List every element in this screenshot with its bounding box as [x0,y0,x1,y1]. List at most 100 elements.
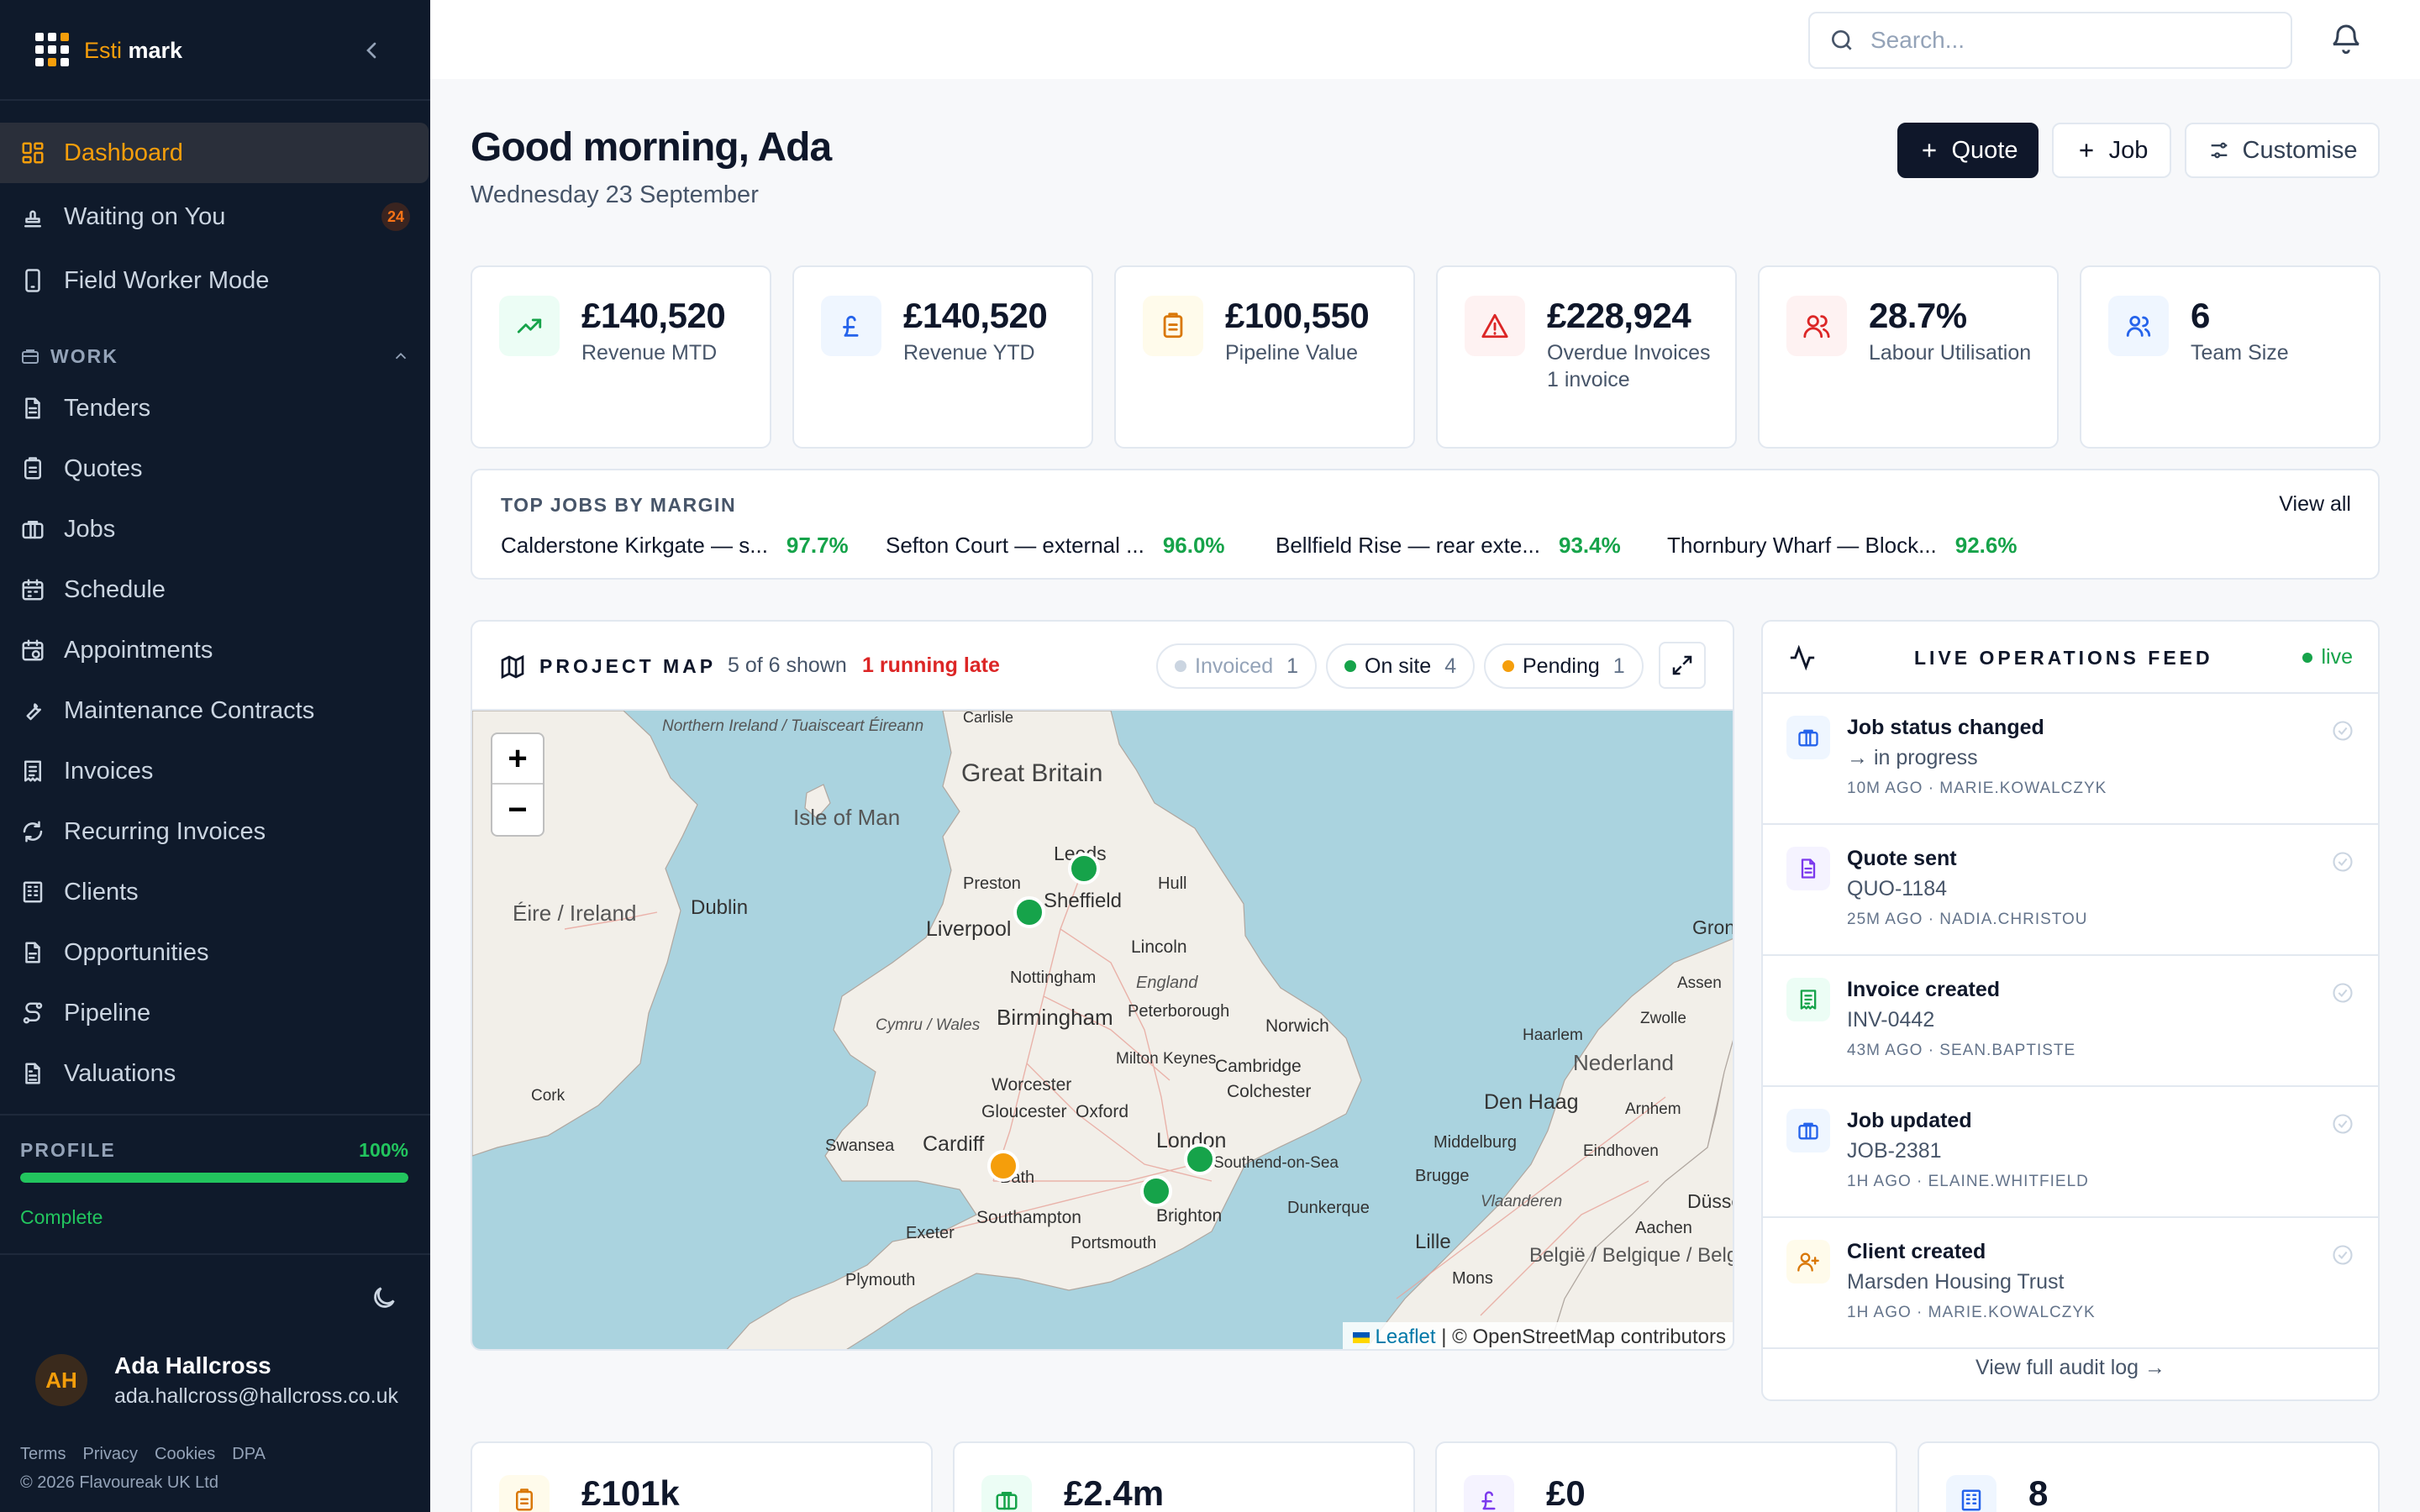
kpi-card[interactable]: 8 [1918,1441,2380,1512]
feed-item[interactable]: Job status changed → in progress 10M AGO ·… [1763,694,2378,825]
zoom-out-button[interactable]: − [492,785,543,835]
map-marker-pending[interactable] [987,1150,1019,1182]
sidebar-item-appointments[interactable]: Appointments [0,620,430,680]
search-box[interactable] [1808,12,2292,69]
map-label-eindhoven: Eindhoven [1583,1142,1659,1160]
feed-item[interactable]: Job updated JOB-2381 1H AGO · ELAINE.WHITF… [1763,1087,2378,1218]
check-circle-icon[interactable] [2331,719,2354,743]
map-marker-on-site[interactable] [1184,1143,1216,1175]
legal-link-cookies[interactable]: Cookies [155,1445,215,1464]
expand-icon [1672,655,1692,675]
sidebar-item-schedule[interactable]: Schedule [0,559,430,620]
kpi-label-text: Revenue YTD [903,341,1035,365]
top-job-item[interactable]: Bellfield Rise — rear exte... 93.4% [1276,533,1628,559]
top-job-item[interactable]: Sefton Court — external ... 96.0% [886,533,1237,559]
kpi-card[interactable]: £2.4m [953,1441,1415,1512]
kpi-card[interactable]: £140,520 Revenue MTD [471,265,771,449]
kpi-card[interactable]: £100,550 Pipeline Value [1114,265,1415,449]
top-job-item[interactable]: Calderstone Kirkgate — s... 97.7% [501,533,849,559]
map-label-den-haag: Den Haag [1484,1090,1579,1114]
map-label-swansea: Swansea [825,1137,895,1155]
top-job-name: Calderstone Kirkgate — s... [501,533,768,558]
brand-name-second: mark [128,37,183,63]
search-input[interactable] [1870,27,2274,54]
zoom-in-button[interactable]: + [492,734,543,785]
map-filter-pending[interactable]: Pending 1 [1484,643,1644,689]
osm-attribution: | © OpenStreetMap contributors [1441,1326,1726,1348]
kpi-card[interactable]: 6 Team Size [2080,265,2381,449]
chip-label: On site [1365,654,1432,678]
check-circle-icon[interactable] [2331,981,2354,1005]
map-filter-invoiced[interactable]: Invoiced 1 [1156,643,1318,689]
check-circle-icon[interactable] [2331,850,2354,874]
map-marker-on-site[interactable] [1013,896,1045,928]
sidebar-item-label: Schedule [64,575,166,603]
file-text-icon [20,1061,45,1086]
kpi-label: Revenue MTD [581,339,758,366]
sidebar-item-pipeline[interactable]: Pipeline [0,983,430,1043]
legal-link-dpa[interactable]: DPA [232,1445,266,1464]
kpi-card[interactable]: £228,924 Overdue Invoices 1 invoice [1436,265,1737,449]
brand[interactable]: Esti mark [35,30,182,71]
work-section-header[interactable]: WORK [20,341,410,371]
kpi-card[interactable]: 28.7% Labour Utilisation [1758,265,2059,449]
map-label-isle-of-man: Isle of Man [793,805,900,830]
live-dot [2302,652,2313,663]
map-filter-on-site[interactable]: On site 4 [1326,643,1476,689]
sidebar-item-recurring-invoices[interactable]: Recurring Invoices [0,801,430,862]
map-label-hull: Hull [1158,874,1186,893]
legal-link-privacy[interactable]: Privacy [82,1445,138,1464]
map-marker-on-site[interactable] [1140,1175,1172,1207]
sidebar-item-tenders[interactable]: Tenders [0,378,430,438]
feed-item-title: Job status changed [1847,716,2044,739]
sidebar-item-clients[interactable]: Clients [0,862,430,922]
map-canvas[interactable]: Northern Ireland / Tuaisceart Éireann Ca… [472,711,1734,1349]
chevron-left-icon[interactable] [358,37,385,64]
divider [0,1253,430,1255]
top-job-item[interactable]: Thornbury Wharf — Block... 92.6% [1667,533,2020,559]
sidebar-item-dashboard[interactable]: Dashboard [0,123,429,183]
kpi-card[interactable]: £101k [471,1441,933,1512]
sidebar-item-invoices[interactable]: Invoices [0,741,430,801]
map-label-groningen: Groningen [1692,916,1734,938]
sidebar-item-label: Tenders [64,394,151,422]
map-label-preston: Preston [963,874,1021,893]
expand-button[interactable] [1659,642,1706,689]
view-all-link[interactable]: View all [2279,492,2351,517]
sidebar-item-valuations[interactable]: Valuations [0,1043,430,1104]
view-audit-log-link[interactable]: View full audit log → [1763,1332,2378,1399]
new-quote-button[interactable]: Quote [1897,123,2039,178]
feed-item[interactable]: Invoice created INV-0442 43M AGO · SEAN.BA… [1763,956,2378,1087]
sidebar-item-opportunities[interactable]: Opportunities [0,922,430,983]
leaflet-link[interactable]: Leaflet [1376,1326,1436,1348]
map-late-count[interactable]: 1 running late [862,654,1000,678]
kpi-sublabel: 1 invoice [1547,368,1630,391]
pound-icon [1464,1475,1514,1512]
map-marker-on-site[interactable] [1068,853,1100,885]
chevron-up-icon [392,347,410,365]
user-name[interactable]: Ada Hallcross [114,1352,271,1379]
map-label-cambridge: Cambridge [1215,1057,1302,1076]
check-circle-icon[interactable] [2331,1243,2354,1267]
feed-item[interactable]: Client created Marsden Housing Trust 1H AG… [1763,1218,2378,1349]
sidebar-item-jobs[interactable]: Jobs [0,499,430,559]
moon-icon[interactable] [370,1284,398,1312]
sidebar-item-maintenance-contracts[interactable]: Maintenance Contracts [0,680,430,741]
customise-button[interactable]: Customise [2185,123,2380,178]
page-date: Wednesday 23 September [471,181,759,208]
sidebar-item-label: Dashboard [64,139,183,166]
feed-item-title: Job updated [1847,1109,1972,1132]
feed-item[interactable]: Quote sent QUO-1184 25M AGO · NADIA.CHRIST… [1763,825,2378,956]
new-job-button[interactable]: Job [2052,123,2171,178]
check-circle-icon[interactable] [2331,1112,2354,1136]
bell-icon[interactable] [2329,22,2363,55]
map-label-dusseldorf: Düsseldorf [1687,1190,1734,1212]
sidebar-item-quotes[interactable]: Quotes [0,438,430,499]
kpi-card[interactable]: £0 [1435,1441,1897,1512]
legal-link-terms[interactable]: Terms [20,1445,66,1464]
sidebar-item-waiting-on-you[interactable]: Waiting on You 24 [0,186,430,247]
kpi-card[interactable]: £140,520 Revenue YTD [792,265,1093,449]
avatar[interactable]: AH [35,1354,87,1406]
sidebar-item-field-worker-mode[interactable]: Field Worker Mode [0,250,430,311]
zoom-control: + − [491,732,544,837]
